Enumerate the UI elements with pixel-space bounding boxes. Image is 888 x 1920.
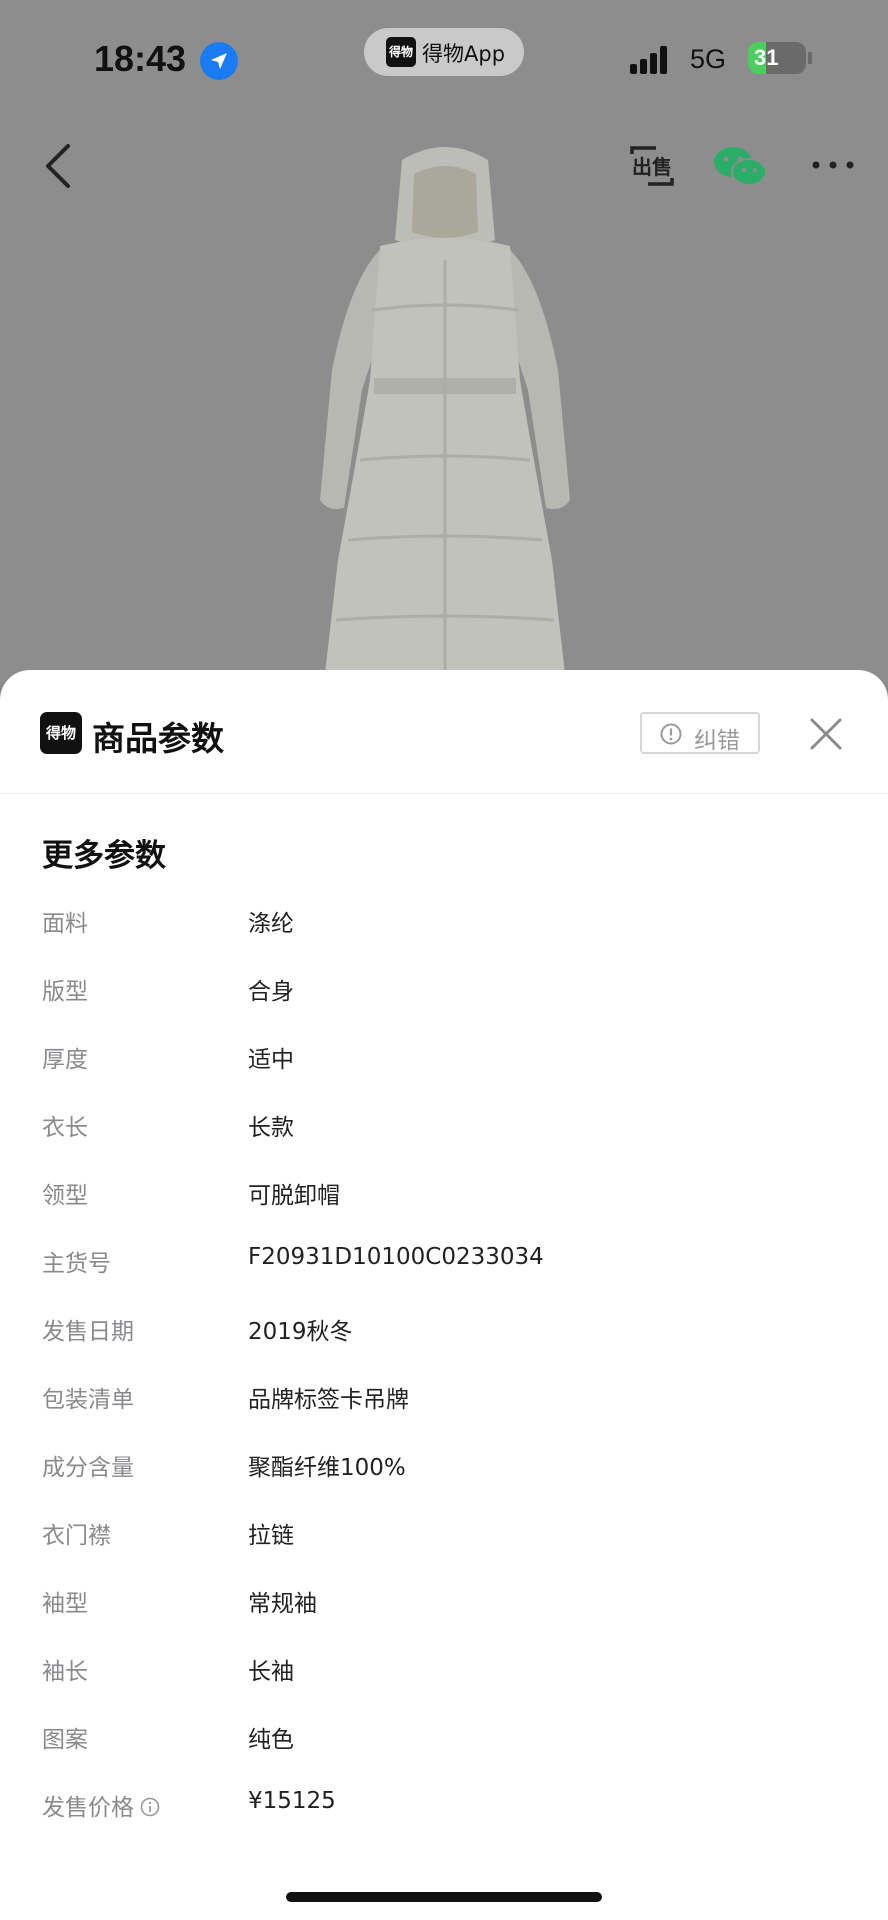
sheet-title: 商品参数 xyxy=(92,719,224,758)
param-value: 常规袖 xyxy=(248,1591,317,1617)
param-row: 厚度 适中 xyxy=(0,1022,888,1090)
dewu-brand-logo-icon: 得物 xyxy=(40,712,82,754)
param-key-label: 发售日期 xyxy=(42,1319,134,1345)
param-row: 衣长 长款 xyxy=(0,1090,888,1158)
param-key: 版型 xyxy=(42,972,88,1006)
location-arrow-icon xyxy=(200,42,238,80)
param-key-label: 袖型 xyxy=(42,1591,88,1617)
network-type: 5G xyxy=(690,44,727,74)
param-key-label: 面料 xyxy=(42,911,88,937)
param-key-label: 主货号 xyxy=(42,1251,111,1277)
param-value: 涤纶 xyxy=(248,911,294,937)
status-time: 18:43 xyxy=(94,38,187,79)
param-value: 聚酯纤维100% xyxy=(248,1455,406,1481)
param-value: 纯色 xyxy=(248,1727,294,1753)
param-key-label: 包装清单 xyxy=(42,1387,134,1413)
app-pill-label: 得物App xyxy=(422,42,506,66)
param-key: 衣门襟 xyxy=(42,1516,111,1550)
param-list: 面料 涤纶版型 合身厚度 适中衣长 长款领型 可脱卸帽主货号 F20931D10100C02… xyxy=(0,886,888,1838)
param-row: 包装清单 品牌标签卡吊牌 xyxy=(0,1362,888,1430)
param-key-label: 版型 xyxy=(42,979,88,1005)
param-key: 发售价格 xyxy=(42,1788,160,1822)
param-value: 长袖 xyxy=(248,1659,294,1685)
param-value: 拉链 xyxy=(248,1523,294,1549)
param-key: 衣长 xyxy=(42,1108,88,1142)
param-key-label: 衣长 xyxy=(42,1115,88,1141)
more-horizontal-icon[interactable] xyxy=(810,150,856,180)
param-row: 领型 可脱卸帽 xyxy=(0,1158,888,1226)
sheet-header: 得物 商品参数 纠错 xyxy=(0,670,888,794)
param-row: 图案 纯色 xyxy=(0,1702,888,1770)
exclamation-circle-icon xyxy=(660,723,682,745)
param-row: 袖型 常规袖 xyxy=(0,1566,888,1634)
product-image xyxy=(320,147,570,700)
param-value: 适中 xyxy=(248,1047,294,1073)
param-value: 品牌标签卡吊牌 xyxy=(248,1387,409,1413)
param-row: 成分含量 聚酯纤维100% xyxy=(0,1430,888,1498)
battery-percent: 31 xyxy=(754,45,779,70)
param-key-label: 厚度 xyxy=(42,1047,88,1073)
param-value: F20931D10100C0233034 xyxy=(248,1244,544,1270)
dewu-logo-icon: 得物 xyxy=(386,37,416,67)
chevron-left-icon[interactable] xyxy=(38,140,78,192)
param-value: 可脱卸帽 xyxy=(248,1183,340,1209)
param-row: 衣门襟 拉链 xyxy=(0,1498,888,1566)
param-key-label: 衣门襟 xyxy=(42,1523,111,1549)
param-row: 主货号 F20931D10100C0233034 xyxy=(0,1226,888,1294)
sell-exchange-icon[interactable]: 出售 xyxy=(626,140,678,192)
cellular-signal-icon xyxy=(630,46,676,74)
info-icon[interactable] xyxy=(140,1797,160,1817)
param-key: 主货号 xyxy=(42,1244,111,1278)
param-key-label: 成分含量 xyxy=(42,1455,134,1481)
product-params-sheet: 得物 商品参数 纠错 更多参数 面料 涤纶版型 合身厚度 适中衣长 长款领型 可脱卸帽主货… xyxy=(0,670,888,1920)
app-switch-pill[interactable]: 得物 得物App xyxy=(364,28,524,76)
param-key: 袖型 xyxy=(42,1584,88,1618)
param-key-label: 发售价格 xyxy=(42,1795,134,1821)
param-key: 包装清单 xyxy=(42,1380,134,1414)
param-key: 成分含量 xyxy=(42,1448,134,1482)
wechat-icon[interactable] xyxy=(712,144,768,190)
param-key: 袖长 xyxy=(42,1652,88,1686)
close-icon[interactable] xyxy=(808,716,844,752)
param-key: 发售日期 xyxy=(42,1312,134,1346)
svg-text:出售: 出售 xyxy=(632,155,672,179)
report-error-label: 纠错 xyxy=(694,728,740,754)
param-value: 合身 xyxy=(248,979,294,1005)
param-key: 厚度 xyxy=(42,1040,88,1074)
home-indicator[interactable] xyxy=(286,1892,602,1902)
param-value: ¥15125 xyxy=(248,1788,336,1814)
param-key-label: 袖长 xyxy=(42,1659,88,1685)
param-key-label: 图案 xyxy=(42,1727,88,1753)
battery-icon: 31 xyxy=(748,42,806,74)
param-key-label: 领型 xyxy=(42,1183,88,1209)
param-key: 领型 xyxy=(42,1176,88,1210)
battery-tip xyxy=(808,52,812,64)
status-bar: 18:43 得物 得物App 5G 31 xyxy=(0,0,888,120)
section-title: 更多参数 xyxy=(42,838,166,874)
background-product-page: 18:43 得物 得物App 5G 31 出售 xyxy=(0,0,888,700)
param-row: 发售价格 ¥15125 xyxy=(0,1770,888,1838)
param-key: 面料 xyxy=(42,904,88,938)
param-row: 袖长 长袖 xyxy=(0,1634,888,1702)
param-value: 2019秋冬 xyxy=(248,1319,353,1345)
param-value: 长款 xyxy=(248,1115,294,1141)
report-error-button[interactable]: 纠错 xyxy=(640,712,760,754)
param-key: 图案 xyxy=(42,1720,88,1754)
param-row: 版型 合身 xyxy=(0,954,888,1022)
param-row: 面料 涤纶 xyxy=(0,886,888,954)
param-row: 发售日期 2019秋冬 xyxy=(0,1294,888,1362)
